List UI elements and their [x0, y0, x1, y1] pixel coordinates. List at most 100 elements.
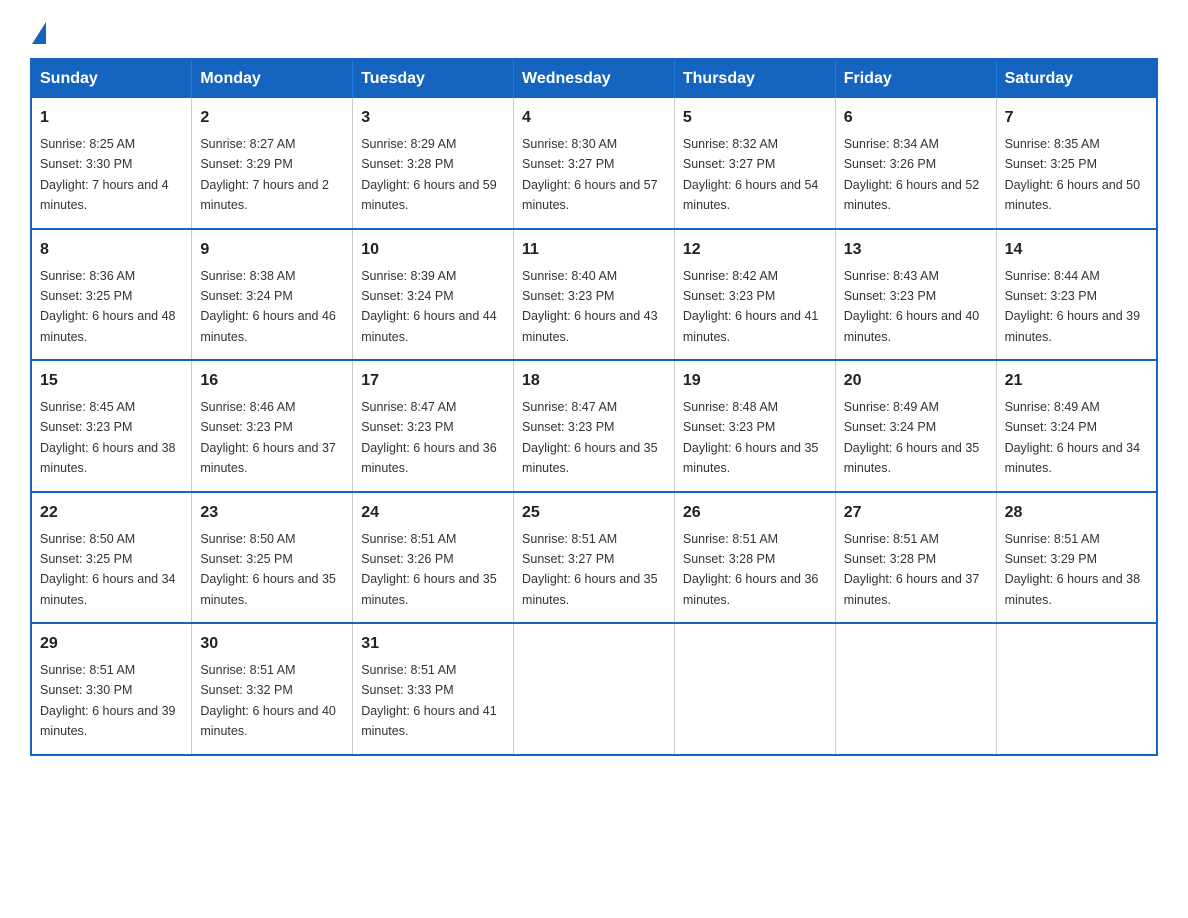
- calendar-day-cell: 15 Sunrise: 8:45 AMSunset: 3:23 PMDaylig…: [31, 360, 192, 492]
- calendar-day-cell: 5 Sunrise: 8:32 AMSunset: 3:27 PMDayligh…: [674, 98, 835, 229]
- day-number: 14: [1005, 238, 1148, 262]
- day-number: 18: [522, 369, 666, 393]
- day-number: 15: [40, 369, 183, 393]
- day-number: 16: [200, 369, 344, 393]
- calendar-day-cell: 20 Sunrise: 8:49 AMSunset: 3:24 PMDaylig…: [835, 360, 996, 492]
- day-info: Sunrise: 8:40 AMSunset: 3:23 PMDaylight:…: [522, 269, 658, 344]
- day-info: Sunrise: 8:51 AMSunset: 3:33 PMDaylight:…: [361, 663, 497, 738]
- calendar-day-cell: 6 Sunrise: 8:34 AMSunset: 3:26 PMDayligh…: [835, 98, 996, 229]
- day-number: 31: [361, 632, 505, 656]
- day-number: 13: [844, 238, 988, 262]
- day-number: 28: [1005, 501, 1148, 525]
- day-info: Sunrise: 8:32 AMSunset: 3:27 PMDaylight:…: [683, 137, 819, 212]
- day-number: 23: [200, 501, 344, 525]
- calendar-day-cell: [514, 623, 675, 755]
- day-number: 1: [40, 106, 183, 130]
- calendar-week-row: 1 Sunrise: 8:25 AMSunset: 3:30 PMDayligh…: [31, 98, 1157, 229]
- calendar-day-cell: 13 Sunrise: 8:43 AMSunset: 3:23 PMDaylig…: [835, 229, 996, 361]
- day-number: 26: [683, 501, 827, 525]
- col-sunday: Sunday: [31, 59, 192, 98]
- day-number: 11: [522, 238, 666, 262]
- day-number: 21: [1005, 369, 1148, 393]
- calendar-day-cell: 14 Sunrise: 8:44 AMSunset: 3:23 PMDaylig…: [996, 229, 1157, 361]
- calendar-day-cell: 19 Sunrise: 8:48 AMSunset: 3:23 PMDaylig…: [674, 360, 835, 492]
- day-number: 5: [683, 106, 827, 130]
- col-thursday: Thursday: [674, 59, 835, 98]
- day-number: 2: [200, 106, 344, 130]
- day-info: Sunrise: 8:25 AMSunset: 3:30 PMDaylight:…: [40, 137, 169, 212]
- calendar-header-row: Sunday Monday Tuesday Wednesday Thursday…: [31, 59, 1157, 98]
- calendar-day-cell: 26 Sunrise: 8:51 AMSunset: 3:28 PMDaylig…: [674, 492, 835, 624]
- day-number: 8: [40, 238, 183, 262]
- day-info: Sunrise: 8:48 AMSunset: 3:23 PMDaylight:…: [683, 400, 819, 475]
- col-friday: Friday: [835, 59, 996, 98]
- calendar-day-cell: 2 Sunrise: 8:27 AMSunset: 3:29 PMDayligh…: [192, 98, 353, 229]
- day-info: Sunrise: 8:29 AMSunset: 3:28 PMDaylight:…: [361, 137, 497, 212]
- day-number: 6: [844, 106, 988, 130]
- day-info: Sunrise: 8:39 AMSunset: 3:24 PMDaylight:…: [361, 269, 497, 344]
- day-info: Sunrise: 8:44 AMSunset: 3:23 PMDaylight:…: [1005, 269, 1141, 344]
- calendar-day-cell: 27 Sunrise: 8:51 AMSunset: 3:28 PMDaylig…: [835, 492, 996, 624]
- calendar-day-cell: 21 Sunrise: 8:49 AMSunset: 3:24 PMDaylig…: [996, 360, 1157, 492]
- day-number: 27: [844, 501, 988, 525]
- day-info: Sunrise: 8:46 AMSunset: 3:23 PMDaylight:…: [200, 400, 336, 475]
- calendar-day-cell: 11 Sunrise: 8:40 AMSunset: 3:23 PMDaylig…: [514, 229, 675, 361]
- calendar-day-cell: 18 Sunrise: 8:47 AMSunset: 3:23 PMDaylig…: [514, 360, 675, 492]
- col-wednesday: Wednesday: [514, 59, 675, 98]
- day-info: Sunrise: 8:27 AMSunset: 3:29 PMDaylight:…: [200, 137, 329, 212]
- day-number: 19: [683, 369, 827, 393]
- page-header: [30, 20, 1158, 40]
- day-info: Sunrise: 8:34 AMSunset: 3:26 PMDaylight:…: [844, 137, 980, 212]
- day-number: 17: [361, 369, 505, 393]
- calendar-day-cell: 1 Sunrise: 8:25 AMSunset: 3:30 PMDayligh…: [31, 98, 192, 229]
- day-info: Sunrise: 8:35 AMSunset: 3:25 PMDaylight:…: [1005, 137, 1141, 212]
- day-number: 24: [361, 501, 505, 525]
- day-number: 9: [200, 238, 344, 262]
- day-info: Sunrise: 8:45 AMSunset: 3:23 PMDaylight:…: [40, 400, 176, 475]
- calendar-week-row: 15 Sunrise: 8:45 AMSunset: 3:23 PMDaylig…: [31, 360, 1157, 492]
- day-info: Sunrise: 8:49 AMSunset: 3:24 PMDaylight:…: [1005, 400, 1141, 475]
- calendar-day-cell: 29 Sunrise: 8:51 AMSunset: 3:30 PMDaylig…: [31, 623, 192, 755]
- calendar-day-cell: 8 Sunrise: 8:36 AMSunset: 3:25 PMDayligh…: [31, 229, 192, 361]
- day-info: Sunrise: 8:36 AMSunset: 3:25 PMDaylight:…: [40, 269, 176, 344]
- day-number: 25: [522, 501, 666, 525]
- day-info: Sunrise: 8:38 AMSunset: 3:24 PMDaylight:…: [200, 269, 336, 344]
- day-info: Sunrise: 8:50 AMSunset: 3:25 PMDaylight:…: [200, 532, 336, 607]
- calendar-day-cell: 22 Sunrise: 8:50 AMSunset: 3:25 PMDaylig…: [31, 492, 192, 624]
- calendar-day-cell: 3 Sunrise: 8:29 AMSunset: 3:28 PMDayligh…: [353, 98, 514, 229]
- day-number: 20: [844, 369, 988, 393]
- calendar-day-cell: 4 Sunrise: 8:30 AMSunset: 3:27 PMDayligh…: [514, 98, 675, 229]
- day-info: Sunrise: 8:43 AMSunset: 3:23 PMDaylight:…: [844, 269, 980, 344]
- day-number: 29: [40, 632, 183, 656]
- calendar-day-cell: 9 Sunrise: 8:38 AMSunset: 3:24 PMDayligh…: [192, 229, 353, 361]
- calendar-day-cell: 30 Sunrise: 8:51 AMSunset: 3:32 PMDaylig…: [192, 623, 353, 755]
- day-number: 12: [683, 238, 827, 262]
- calendar-day-cell: [996, 623, 1157, 755]
- calendar-table: Sunday Monday Tuesday Wednesday Thursday…: [30, 58, 1158, 756]
- day-info: Sunrise: 8:30 AMSunset: 3:27 PMDaylight:…: [522, 137, 658, 212]
- calendar-day-cell: 24 Sunrise: 8:51 AMSunset: 3:26 PMDaylig…: [353, 492, 514, 624]
- logo-triangle-icon: [32, 22, 46, 44]
- day-number: 7: [1005, 106, 1148, 130]
- calendar-week-row: 22 Sunrise: 8:50 AMSunset: 3:25 PMDaylig…: [31, 492, 1157, 624]
- day-info: Sunrise: 8:51 AMSunset: 3:26 PMDaylight:…: [361, 532, 497, 607]
- day-info: Sunrise: 8:42 AMSunset: 3:23 PMDaylight:…: [683, 269, 819, 344]
- logo: [30, 20, 46, 40]
- day-number: 4: [522, 106, 666, 130]
- calendar-day-cell: 12 Sunrise: 8:42 AMSunset: 3:23 PMDaylig…: [674, 229, 835, 361]
- calendar-week-row: 29 Sunrise: 8:51 AMSunset: 3:30 PMDaylig…: [31, 623, 1157, 755]
- day-info: Sunrise: 8:47 AMSunset: 3:23 PMDaylight:…: [361, 400, 497, 475]
- calendar-day-cell: 31 Sunrise: 8:51 AMSunset: 3:33 PMDaylig…: [353, 623, 514, 755]
- day-info: Sunrise: 8:49 AMSunset: 3:24 PMDaylight:…: [844, 400, 980, 475]
- col-tuesday: Tuesday: [353, 59, 514, 98]
- calendar-day-cell: 17 Sunrise: 8:47 AMSunset: 3:23 PMDaylig…: [353, 360, 514, 492]
- day-info: Sunrise: 8:47 AMSunset: 3:23 PMDaylight:…: [522, 400, 658, 475]
- day-number: 30: [200, 632, 344, 656]
- calendar-day-cell: 10 Sunrise: 8:39 AMSunset: 3:24 PMDaylig…: [353, 229, 514, 361]
- calendar-day-cell: 28 Sunrise: 8:51 AMSunset: 3:29 PMDaylig…: [996, 492, 1157, 624]
- col-saturday: Saturday: [996, 59, 1157, 98]
- day-number: 22: [40, 501, 183, 525]
- day-info: Sunrise: 8:51 AMSunset: 3:27 PMDaylight:…: [522, 532, 658, 607]
- day-info: Sunrise: 8:51 AMSunset: 3:30 PMDaylight:…: [40, 663, 176, 738]
- col-monday: Monday: [192, 59, 353, 98]
